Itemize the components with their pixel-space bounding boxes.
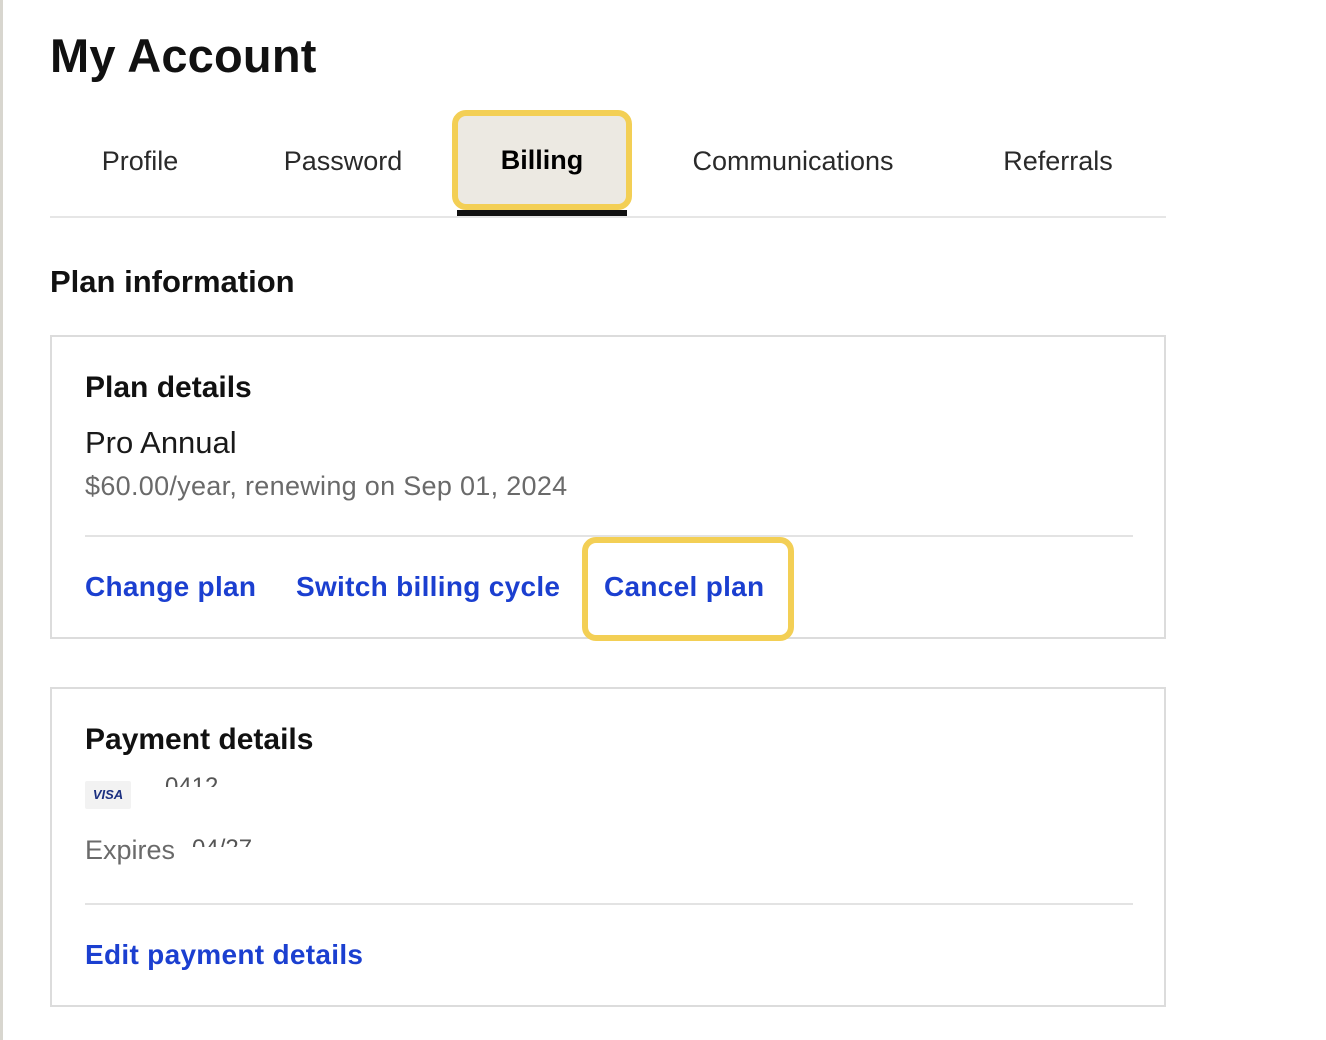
payment-details-title: Payment details: [85, 723, 314, 756]
cancel-plan-container: Cancel plan: [582, 537, 794, 641]
page-title: My Account: [50, 29, 317, 82]
card-last-four: 0412: [165, 773, 219, 787]
tab-communications[interactable]: Communications: [680, 112, 906, 210]
expires-value: 04/27: [192, 835, 252, 847]
expires-label: Expires: [85, 835, 176, 865]
cancel-plan-link[interactable]: Cancel plan: [604, 571, 764, 603]
plan-name: Pro Annual: [85, 425, 237, 460]
payment-details-card: Payment details VISA 0412 Expires 04/27 …: [50, 687, 1166, 1007]
plan-information-heading: Plan information: [50, 264, 295, 299]
change-plan-link[interactable]: Change plan: [85, 571, 256, 603]
active-tab-underline: [457, 210, 627, 216]
visa-card-icon: VISA: [85, 781, 131, 809]
switch-billing-cycle-link[interactable]: Switch billing cycle: [296, 571, 560, 603]
edit-payment-details-link[interactable]: Edit payment details: [85, 939, 363, 971]
window-edge: [0, 0, 3, 1040]
tab-profile[interactable]: Profile: [98, 112, 182, 210]
plan-details-title: Plan details: [85, 371, 252, 404]
plan-details-card: Plan details Pro Annual $60.00/year, ren…: [50, 335, 1166, 641]
tab-billing[interactable]: Billing: [452, 110, 632, 216]
tab-referrals[interactable]: Referrals: [998, 112, 1118, 210]
payment-card-divider: [85, 903, 1133, 905]
tab-billing-label: Billing: [500, 145, 584, 175]
plan-price-renewal: $60.00/year, renewing on Sep 01, 2024: [85, 471, 568, 501]
tab-password[interactable]: Password: [278, 112, 408, 210]
account-tabs: Profile Password Billing Communications …: [50, 110, 1166, 218]
